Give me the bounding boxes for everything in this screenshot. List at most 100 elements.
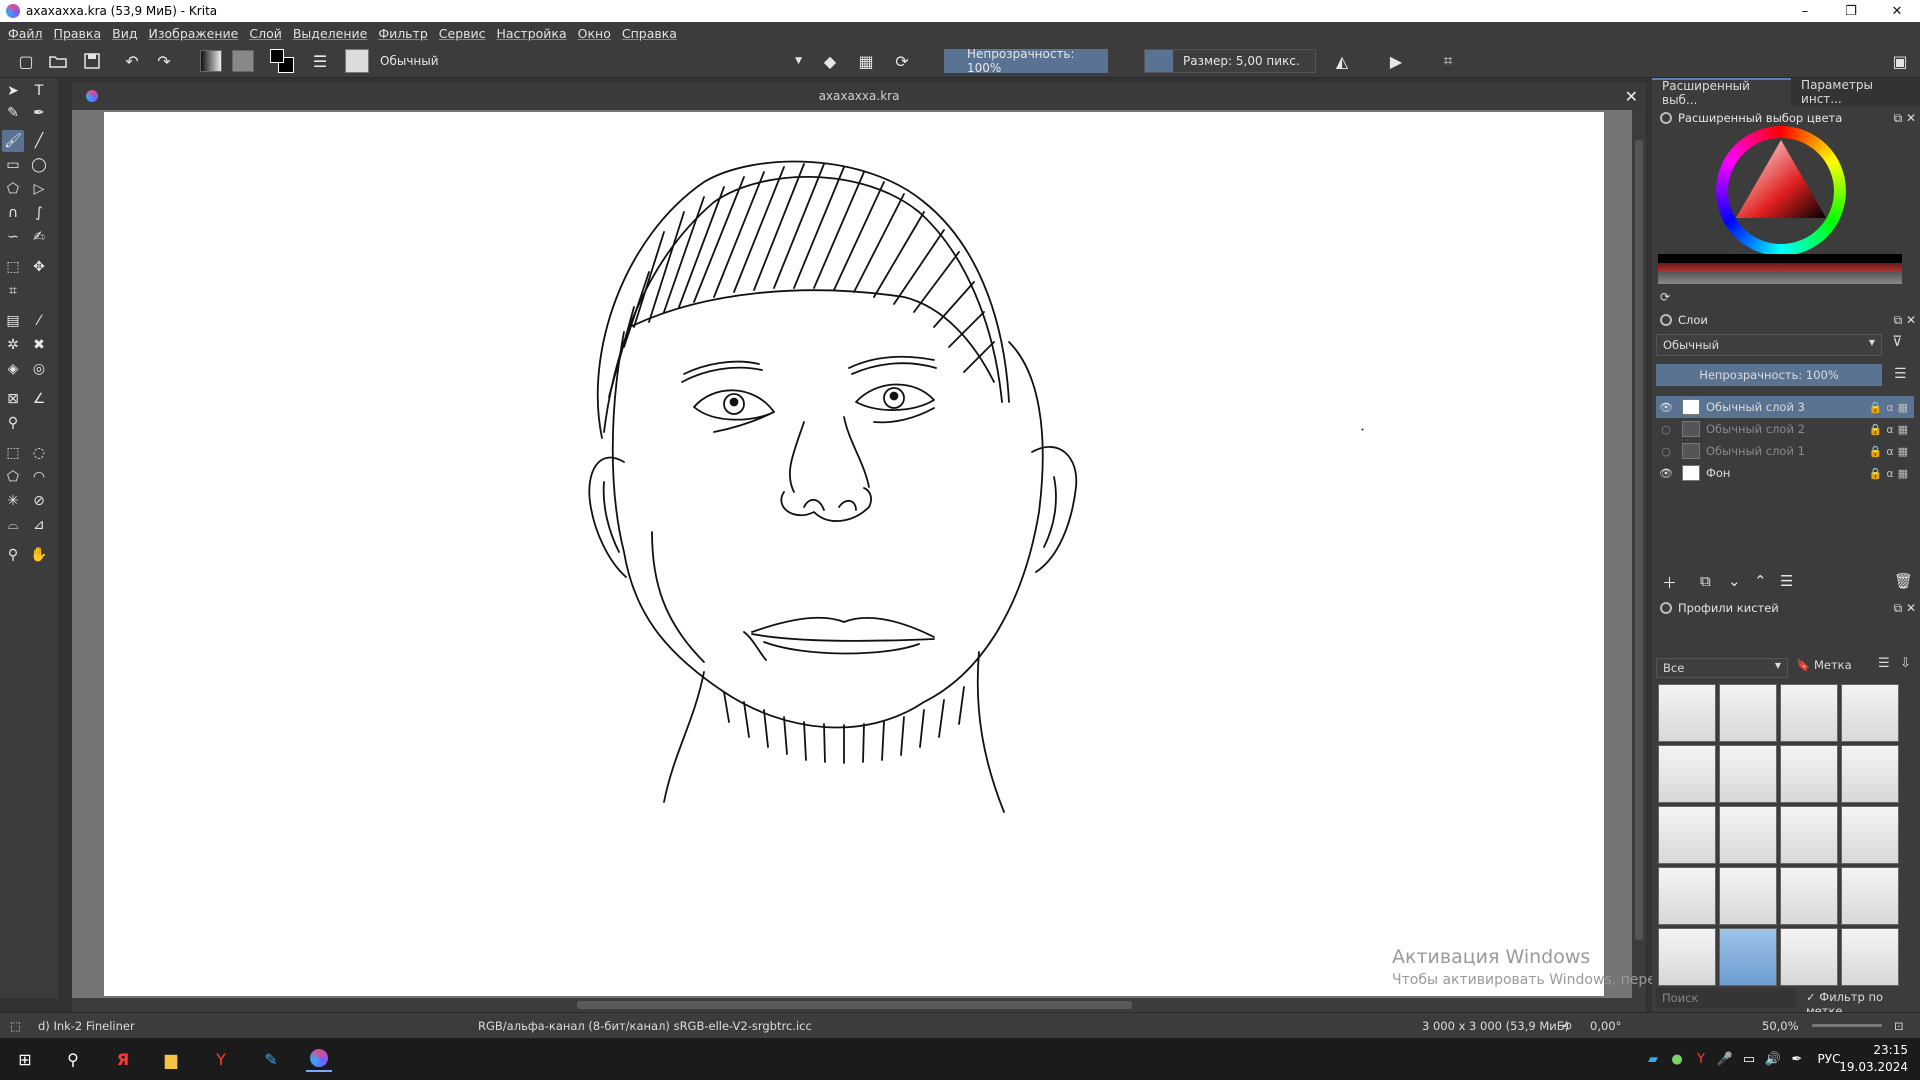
- layer-lock-alpha-icons[interactable]: 🔒α▦: [1869, 423, 1912, 436]
- bezier-tool-icon[interactable]: ∩: [2, 202, 24, 224]
- layer-lock-alpha-icons[interactable]: 🔒α▦: [1869, 445, 1912, 458]
- add-layer-icon[interactable]: ＋: [1662, 572, 1677, 593]
- notes-app-icon[interactable]: ✎: [258, 1046, 284, 1072]
- brush-preset[interactable]: [1780, 684, 1838, 742]
- calligraphy-icon[interactable]: ✒: [28, 102, 50, 124]
- ellipse-tool-icon[interactable]: ◯: [28, 154, 50, 176]
- brush-preset[interactable]: [1841, 745, 1899, 803]
- menu-tools[interactable]: Сервис: [439, 26, 486, 41]
- multibrush-icon[interactable]: ✍: [28, 226, 50, 248]
- enclose-fill-icon[interactable]: ◎: [28, 358, 50, 380]
- document-tab[interactable]: axaxaxxa.kra ✕: [72, 82, 1646, 110]
- brush-preset[interactable]: [1658, 745, 1716, 803]
- freehand-path-icon[interactable]: ∫: [28, 202, 50, 224]
- selection-icon[interactable]: ⬚: [10, 1019, 21, 1033]
- tray-app-icon[interactable]: ●: [1664, 1046, 1690, 1072]
- menu-select[interactable]: Выделение: [293, 26, 367, 41]
- brush-preset[interactable]: [1780, 928, 1838, 986]
- panel-float-close-icons[interactable]: ⧉ ✕: [1894, 601, 1916, 616]
- brush-preset[interactable]: [1841, 684, 1899, 742]
- file-explorer-icon[interactable]: ▆: [158, 1046, 184, 1072]
- wrap-around-icon[interactable]: ⌗: [1436, 48, 1460, 74]
- dock-layout-icon[interactable]: ▣: [1888, 48, 1912, 74]
- brush-preset[interactable]: [1841, 867, 1899, 925]
- color-picker-icon[interactable]: ⁄: [28, 310, 50, 332]
- smart-patch-icon[interactable]: ✖: [28, 334, 50, 356]
- brush-view-menu-icon[interactable]: ☰: [1878, 656, 1890, 671]
- layer-lock-alpha-icons[interactable]: 🔒α▦: [1869, 401, 1912, 414]
- brush-preset[interactable]: [1658, 867, 1716, 925]
- layers-opacity-slider[interactable]: Непрозрачность: 100%: [1656, 364, 1882, 386]
- line-tool-icon[interactable]: ╱: [28, 130, 50, 152]
- krita-taskbar-icon[interactable]: [306, 1046, 332, 1072]
- tray-yandex-icon[interactable]: Y: [1688, 1046, 1714, 1072]
- bezier-select-icon[interactable]: ⌓: [2, 514, 24, 536]
- refresh-icon[interactable]: ⟳: [1660, 290, 1670, 304]
- text-tool-icon[interactable]: T: [28, 80, 50, 102]
- menu-edit[interactable]: Правка: [54, 26, 102, 41]
- brush-search-input[interactable]: Поиск: [1656, 988, 1796, 1008]
- brush-preset[interactable]: [1780, 867, 1838, 925]
- reference-tool-icon[interactable]: ⚲: [2, 412, 24, 434]
- canvas-area[interactable]: [72, 110, 1646, 998]
- visibility-eye-icon[interactable]: 👁: [1658, 401, 1674, 414]
- menu-filter[interactable]: Фильтр: [378, 26, 427, 41]
- polygon-tool-icon[interactable]: ⬠: [2, 178, 24, 200]
- measure-tool-icon[interactable]: ∠: [28, 388, 50, 410]
- brush-preset-icon[interactable]: [344, 48, 370, 74]
- tab-advanced-color[interactable]: Расширенный выб...: [1652, 78, 1792, 107]
- brush-settings-icon[interactable]: ☰: [308, 48, 332, 74]
- move-layer-up-icon[interactable]: ⌃: [1754, 572, 1767, 590]
- visibility-eye-icon[interactable]: 👁: [1658, 467, 1674, 480]
- blend-mode-select[interactable]: Обычный ▼: [372, 49, 808, 73]
- opacity-slider[interactable]: Непрозрачность: 100%: [944, 47, 1108, 75]
- brush-preset-selected[interactable]: [1719, 928, 1777, 986]
- brush-preset[interactable]: [1841, 928, 1899, 986]
- vertical-scrollbar[interactable]: [1632, 110, 1646, 998]
- clock[interactable]: 23:15 19.03.2024: [1839, 1042, 1908, 1076]
- menu-window[interactable]: Окно: [578, 26, 611, 41]
- color-wheel[interactable]: [1716, 126, 1846, 256]
- move-tool-icon[interactable]: ✥: [28, 256, 50, 278]
- edit-shapes-icon[interactable]: ✎: [2, 102, 24, 124]
- search-icon[interactable]: ⚲: [60, 1046, 86, 1072]
- select-shapes-icon[interactable]: ➤: [2, 80, 24, 102]
- menu-help[interactable]: Справка: [622, 26, 677, 41]
- similar-select-icon[interactable]: ⊘: [28, 490, 50, 512]
- brush-preset[interactable]: [1719, 806, 1777, 864]
- assistant-tool-icon[interactable]: ⊠: [2, 388, 24, 410]
- alpha-lock-icon[interactable]: ▦: [854, 48, 878, 74]
- rectangle-tool-icon[interactable]: ▭: [2, 154, 24, 176]
- duplicate-layer-icon[interactable]: ⧉: [1700, 572, 1711, 590]
- brush-preset[interactable]: [1658, 928, 1716, 986]
- pan-tool-icon[interactable]: ✋: [28, 544, 50, 566]
- brush-filter-select[interactable]: Все ▼: [1656, 658, 1788, 678]
- move-layer-down-icon[interactable]: ⌄: [1728, 572, 1741, 590]
- zoom-slider[interactable]: [1812, 1024, 1882, 1027]
- gradient-tool-icon[interactable]: ▤: [2, 310, 24, 332]
- tray-app-icon[interactable]: ▰: [1640, 1046, 1666, 1072]
- brush-preset[interactable]: [1780, 745, 1838, 803]
- layer-lock-alpha-icons[interactable]: 🔒α▦: [1869, 467, 1912, 480]
- undo-icon[interactable]: ↶: [120, 48, 144, 74]
- reload-preset-icon[interactable]: ⟳: [890, 48, 914, 74]
- close-window-button[interactable]: ✕: [1874, 0, 1920, 22]
- visibility-off-icon[interactable]: ○: [1658, 445, 1674, 458]
- menu-file[interactable]: Файл: [8, 26, 43, 41]
- pattern-swatch-icon[interactable]: [230, 48, 256, 74]
- magic-wand-icon[interactable]: ✳: [2, 490, 24, 512]
- filter-icon[interactable]: ⊽: [1892, 334, 1902, 350]
- redo-icon[interactable]: ↷: [152, 48, 176, 74]
- brush-preset[interactable]: [1719, 867, 1777, 925]
- layer-row[interactable]: ○ Обычный слой 1 🔒α▦: [1656, 440, 1914, 462]
- minimize-button[interactable]: –: [1782, 0, 1828, 22]
- transform-tool-icon[interactable]: ⬚: [2, 256, 24, 278]
- panel-lock-icon[interactable]: [1660, 602, 1672, 614]
- menu-layer[interactable]: Слой: [249, 26, 282, 41]
- layer-row[interactable]: 👁 Фон 🔒α▦: [1656, 462, 1914, 484]
- freehand-brush-icon[interactable]: 🖌: [2, 130, 24, 152]
- brush-preset[interactable]: [1658, 806, 1716, 864]
- panel-float-close-icons[interactable]: ⧉ ✕: [1894, 313, 1916, 328]
- visibility-off-icon[interactable]: ○: [1658, 423, 1674, 436]
- layer-row[interactable]: ○ Обычный слой 2 🔒α▦: [1656, 418, 1914, 440]
